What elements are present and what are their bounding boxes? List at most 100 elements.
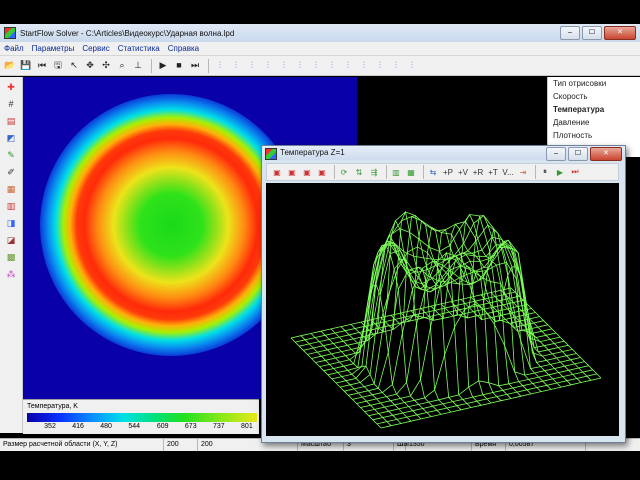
subwindow-title: Температура Z=1 [280,148,345,157]
blocks-icon[interactable]: ▩ [4,250,18,264]
gradient-icon[interactable]: ◪ [4,233,18,247]
stop-icon[interactable]: ■ [172,59,186,73]
stack-icon[interactable]: ▦ [4,182,18,196]
menu-parameters[interactable]: Параметры [28,42,79,55]
tool-e-icon[interactable]: ⫶ [277,59,291,73]
colorbar-tick-label: 544 [128,423,141,430]
mesh-line [320,330,412,422]
render-type-temperature[interactable]: Температура [548,103,640,116]
colorbar-ticks: 352 416 480 544 609 673 737 801 [27,423,257,433]
menu-file[interactable]: Файл [0,42,28,55]
subtoolbar-separator [423,165,424,179]
open-icon[interactable]: 📂 [3,59,17,73]
subtoolbar-button[interactable]: ▣ [316,165,328,179]
tool-b-icon[interactable]: ⫶ [229,59,243,73]
subwindow-close-button[interactable]: ✕ [590,147,622,161]
subtoolbar-button[interactable]: ⇅ [353,165,365,179]
left-toolstrip: ✚ # ▤ ◩ ✎ ✐ ▦ ▥ ◨ ◪ ▩ ⁂ [0,77,23,433]
minimize-button[interactable]: – [560,26,580,40]
tool-g-icon[interactable]: ⫶ [309,59,323,73]
render-type-density[interactable]: Плотность [548,129,640,142]
subtoolbar-button[interactable]: ⇆ [427,165,439,179]
disk-icon[interactable]: 🖫 [51,59,65,73]
window-title: StartFlow Solver - C:\Articles\Видеокурс… [20,28,235,38]
subtoolbar-button[interactable]: +T [487,165,499,179]
subtoolbar-button[interactable]: ⏭ [569,165,581,179]
subtoolbar-button[interactable]: +V [457,165,469,179]
subtoolbar-button[interactable]: ⇶ [368,165,380,179]
tool-k-icon[interactable]: ⫶ [373,59,387,73]
wireframe-mesh [290,210,602,429]
subwindow-minimize-button[interactable]: – [546,147,566,161]
pointer-icon[interactable]: ↖ [67,59,81,73]
close-button[interactable]: ✕ [604,26,636,40]
tool-d-icon[interactable]: ⫶ [261,59,275,73]
pen-icon[interactable]: ✐ [4,165,18,179]
render-type-velocity[interactable]: Скорость [548,90,640,103]
colorbar-tick-label: 801 [241,423,253,430]
menu-statistics[interactable]: Статистика [114,42,164,55]
cross-icon[interactable]: ✚ [4,80,18,94]
subwindow-icon [265,148,277,160]
save-icon[interactable]: 💾 [19,59,33,73]
bars-icon[interactable]: ▥ [4,199,18,213]
subtoolbar-button[interactable]: ▥ [390,165,402,179]
colorbar-tick-label: 609 [156,423,169,430]
colorbar-tick-label: 416 [72,423,84,430]
tool-i-icon[interactable]: ⫶ [341,59,355,73]
color-icon[interactable]: ◨ [4,216,18,230]
mesh-line [327,224,548,376]
subtoolbar-button[interactable]: ▣ [301,165,313,179]
surface-plot-3d[interactable] [266,183,619,436]
menu-service[interactable]: Сервис [78,42,113,55]
subtoolbar-button[interactable]: ▦ [405,165,417,179]
axes-icon[interactable]: ⊥ [131,59,145,73]
subtoolbar-button[interactable]: +R [472,165,484,179]
tool-a-icon[interactable]: ⫶ [213,59,227,73]
subtoolbar-button[interactable]: ⟳ [338,165,350,179]
status-domain-label: Размер расчетной области (X, Y, Z) [0,439,164,451]
tool-j-icon[interactable]: ⫶ [357,59,371,73]
subtoolbar-button[interactable]: V... [502,165,514,179]
tool-h-icon[interactable]: ⫶ [325,59,339,73]
toolbar-separator [151,58,152,73]
zoom-icon[interactable]: ⌕ [115,59,129,73]
subtoolbar-button[interactable]: ▶ [554,165,566,179]
subtoolbar-button[interactable]: ⏸ [539,165,551,179]
subwindow-toolbar: ▣ ▣ ▣ ▣ ⟳ ⇅ ⇶ ▥ ▦ ⇆ +P +V +R +T V... ⇥ ⏸ ▶ ⏭ [266,163,619,181]
palette-icon[interactable]: ▤ [4,114,18,128]
grid-icon[interactable]: # [4,97,18,111]
colorbar-panel: Температура, K 352 416 480 544 609 673 737 801 [23,399,259,434]
step-icon[interactable]: ⏭ [188,59,202,73]
subtoolbar-separator [334,165,335,179]
dropper-icon[interactable]: ✎ [4,148,18,162]
tool-f-icon[interactable]: ⫶ [293,59,307,73]
mesh-line [510,287,602,379]
first-icon[interactable]: ⏮ [35,59,49,73]
subtoolbar-button[interactable]: +P [442,165,454,179]
subtoolbar-button[interactable]: ▣ [271,165,283,179]
menu-help[interactable]: Справка [164,42,203,55]
subtoolbar-button[interactable]: ⇥ [517,165,529,179]
colorbar-tick-label: 673 [184,423,197,430]
main-titlebar: StartFlow Solver - C:\Articles\Видеокурс… [0,24,640,43]
maximize-button[interactable]: ☐ [582,26,602,40]
pan-icon[interactable]: ✣ [99,59,113,73]
subwindow-titlebar: Температура Z=1 – ☐ ✕ [262,146,625,161]
render-type-header: Тип отрисовки [553,79,607,88]
tool-c-icon[interactable]: ⫶ [245,59,259,73]
colorbar-tick-label: 737 [212,423,225,430]
spray-icon[interactable]: ⁂ [4,267,18,281]
play-icon[interactable]: ▶ [156,59,170,73]
render-type-pressure[interactable]: Давление [548,116,640,129]
mesh-line [430,223,522,397]
colorbar-tick-label: 480 [100,423,112,430]
move-icon[interactable]: ✥ [83,59,97,73]
status-x-value: 200 [164,439,198,451]
toolbar-separator [208,58,209,73]
fill-icon[interactable]: ◩ [4,131,18,145]
subtoolbar-button[interactable]: ▣ [286,165,298,179]
subwindow-maximize-button[interactable]: ☐ [568,147,588,161]
tool-m-icon[interactable]: ⫶ [405,59,419,73]
tool-l-icon[interactable]: ⫶ [389,59,403,73]
